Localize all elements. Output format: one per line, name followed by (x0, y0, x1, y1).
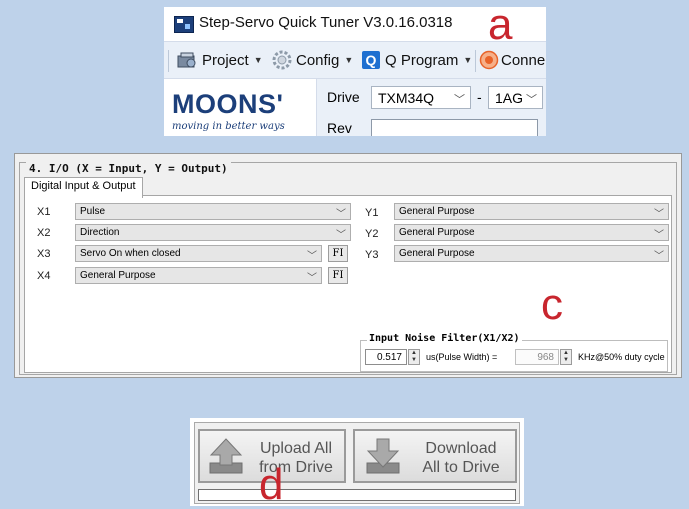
noise-filter-title: Input Noise Filter(X1/X2) (367, 333, 522, 344)
chevron-down-icon: ﹀ (654, 230, 664, 241)
drive-variant-value: 1AG (495, 89, 524, 106)
output-y1-select[interactable]: General Purpose ﹀ (394, 203, 669, 220)
x3-filter-button[interactable]: FI (328, 245, 348, 262)
toolbar-grip (168, 50, 169, 72)
output-name-y1: Y1 (365, 207, 379, 219)
input-name-x4: X4 (37, 270, 51, 282)
chevron-down-icon: ﹀ (336, 209, 346, 220)
output-y3-select[interactable]: General Purpose ﹀ (394, 245, 669, 262)
pulse-width-label: us(Pulse Width) = (426, 352, 498, 362)
download-label-line-2: All to Drive (422, 459, 500, 476)
transfer-progress-bar (198, 489, 516, 501)
config-label: Config (296, 51, 340, 69)
noise-filter-group: Input Noise Filter(X1/X2) 0.517 ▲ ▼ us(Pu… (360, 333, 668, 372)
chevron-down-icon: ﹀ (654, 251, 664, 262)
input-name-x1: X1 (37, 206, 51, 218)
download-arrow-icon (366, 438, 400, 474)
window-title: Step-Servo Quick Tuner V3.0.16.0318 (199, 14, 453, 31)
drive-label: Drive (327, 89, 360, 105)
chevron-down-icon: ▼ (463, 55, 473, 65)
input-name-x3: X3 (37, 248, 51, 260)
upload-label-line-1: Upload All (259, 440, 333, 457)
rev-label: Rev (327, 120, 352, 136)
input-name-x2: X2 (37, 227, 51, 239)
rev-field[interactable] (371, 119, 538, 136)
input-x2-value: Direction (80, 227, 120, 238)
logo-tagline: moving in better ways (172, 121, 285, 132)
drive-separator: - (477, 89, 482, 105)
gear-icon (272, 50, 292, 70)
tab-content: X1 Pulse ﹀ X2 Direction ﹀ X3 Servo On wh… (24, 195, 672, 373)
input-x4-select[interactable]: General Purpose ﹀ (75, 267, 322, 284)
app-icon (174, 16, 194, 33)
output-y3-value: General Purpose (399, 248, 475, 259)
io-groupbox: 4. I/O (X = Input, Y = Output) Digital I… (19, 162, 677, 375)
x4-filter-button[interactable]: FI (328, 267, 348, 284)
chevron-down-icon: ﹀ (336, 230, 346, 241)
svg-text:Q: Q (366, 52, 377, 68)
transfer-toolbar: Upload All from Drive Download All to Driv… (194, 422, 520, 504)
panel-label-d: d (259, 460, 284, 509)
toolbar-separator (475, 50, 476, 72)
input-x1-select[interactable]: Pulse ﹀ (75, 203, 351, 220)
q-program-menu-button[interactable]: Q Q Program ▼ (361, 42, 472, 78)
pulse-width-input[interactable]: 0.517 (365, 349, 407, 365)
project-label: Project (202, 51, 249, 69)
io-panel: 4. I/O (X = Input, Y = Output) Digital I… (14, 153, 682, 378)
chevron-down-icon: ﹀ (654, 209, 664, 220)
output-y1-value: General Purpose (399, 206, 475, 217)
q-program-label: Q Program (385, 51, 459, 69)
input-x1-value: Pulse (80, 206, 106, 217)
drive-variant-select[interactable]: 1AG ﹀ (488, 86, 543, 109)
input-x3-select[interactable]: Servo On when closed ﹀ (75, 245, 322, 262)
moons-logo: MOONS' moving in better ways (164, 79, 316, 136)
input-x4-value: General Purpose (80, 270, 156, 281)
logo-brand: MOONS' (172, 89, 284, 119)
config-menu-button[interactable]: Config ▼ (272, 42, 353, 78)
panel-label-c: c (541, 280, 563, 329)
panel-label-a: a (488, 0, 513, 49)
chevron-down-icon: ﹀ (526, 94, 537, 106)
output-y2-select[interactable]: General Purpose ﹀ (394, 224, 669, 241)
frequency-spinner[interactable]: ▲ ▼ (560, 349, 572, 365)
project-menu-button[interactable]: Project ▼ (176, 42, 263, 78)
frequency-label: KHz@50% duty cycle (578, 352, 665, 362)
io-section-title: 4. I/O (X = Input, Y = Output) (26, 162, 231, 175)
upload-arrow-icon (209, 438, 243, 474)
connect-icon (479, 50, 499, 70)
drive-info: Drive TXM34Q ﹀ - 1AG ﹀ Rev (316, 79, 546, 136)
project-icon (177, 52, 196, 68)
download-all-button[interactable]: Download All to Drive (353, 429, 517, 483)
chevron-down-icon: ▼ (344, 55, 354, 65)
download-label: Download All to Drive (411, 439, 511, 477)
tab-digital-io[interactable]: Digital Input & Output (24, 177, 143, 198)
connect-label: Conne (501, 51, 546, 69)
transfer-panel: Upload All from Drive Download All to Driv… (190, 418, 524, 506)
output-name-y3: Y3 (365, 249, 379, 261)
q-program-icon: Q (362, 51, 380, 69)
drive-model-value: TXM34Q (378, 89, 435, 106)
input-x2-select[interactable]: Direction ﹀ (75, 224, 351, 241)
chevron-down-icon: ▼ (253, 55, 263, 65)
chevron-down-icon: ﹀ (307, 273, 317, 284)
pulse-width-spinner[interactable]: ▲ ▼ (408, 349, 420, 365)
download-label-line-1: Download (425, 440, 497, 457)
chevron-down-icon: ﹀ (454, 94, 465, 106)
output-y2-value: General Purpose (399, 227, 475, 238)
drive-model-select[interactable]: TXM34Q ﹀ (371, 86, 471, 109)
output-name-y2: Y2 (365, 228, 379, 240)
chevron-down-icon: ﹀ (307, 251, 317, 262)
input-x3-value: Servo On when closed (80, 248, 181, 259)
frequency-input[interactable]: 968 (515, 349, 559, 365)
